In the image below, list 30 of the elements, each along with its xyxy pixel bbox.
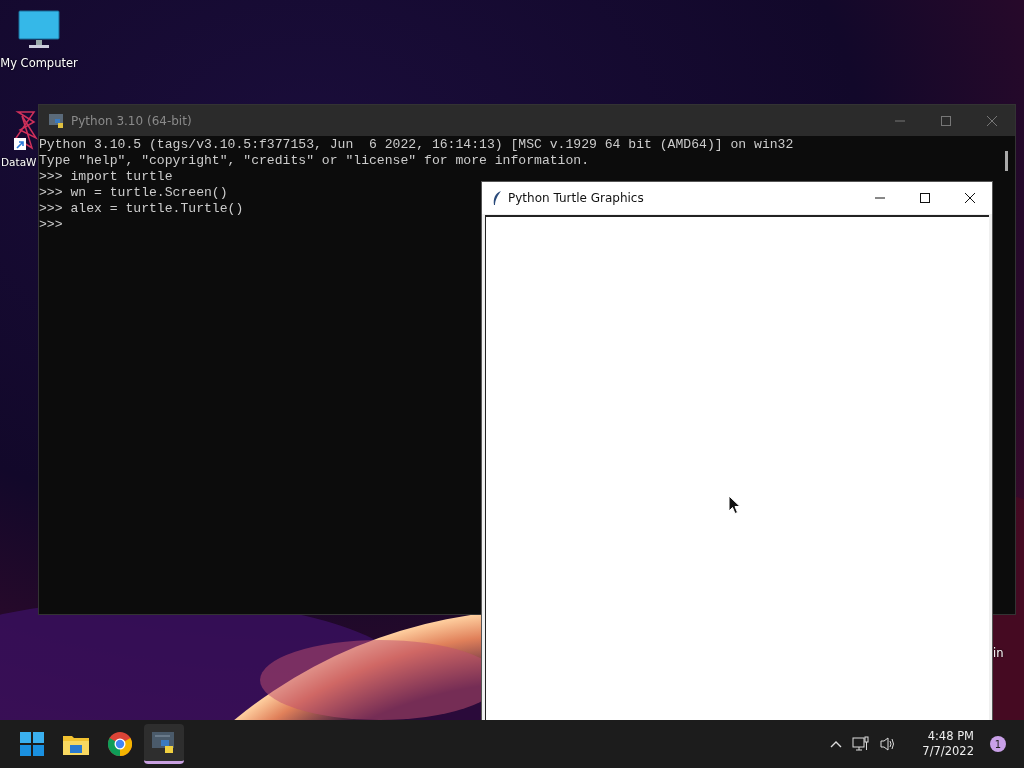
windows-logo-icon — [20, 732, 44, 756]
scrollbar-thumb[interactable] — [1005, 151, 1008, 171]
chrome-icon — [108, 732, 132, 756]
python-icon — [152, 730, 176, 755]
console-line: >>> — [39, 217, 63, 233]
notification-badge[interactable]: 1 — [990, 736, 1006, 752]
python-app-button[interactable] — [144, 724, 184, 764]
console-line: Python 3.10.5 (tags/v3.10.5:f377153, Jun 6 2022, 16:14:13) [MSC v.1929 64 bit (AMD64)] on win32 — [39, 137, 794, 153]
folder-icon — [63, 733, 89, 755]
icon-label[interactable]: My Computer — [0, 56, 78, 70]
close-icon — [986, 114, 998, 127]
maximize-icon — [918, 192, 931, 204]
clock-date[interactable]: 7/7/2022 — [922, 744, 974, 759]
window-title: Python Turtle Graphics — [508, 191, 644, 205]
monitor-icon[interactable] — [18, 10, 60, 50]
maximize-icon — [940, 114, 952, 127]
icon-label[interactable]: in — [993, 646, 1004, 660]
console-line: Type "help", "copyright", "credits" or "license" for more information. — [39, 153, 590, 169]
python-icon — [49, 112, 65, 129]
icon-label[interactable]: DataW — [1, 156, 37, 168]
console-line: >>> wn = turtle.Screen() — [39, 185, 228, 201]
feather-icon — [492, 190, 502, 206]
caret-up-icon[interactable] — [830, 740, 843, 748]
network-icon[interactable] — [852, 736, 871, 752]
console-line: >>> alex = turtle.Turtle() — [39, 201, 244, 217]
window-title: Python 3.10 (64-bit) — [71, 113, 192, 128]
mouse-pointer-icon — [728, 495, 741, 515]
clock-time[interactable]: 4:48 PM — [927, 729, 974, 744]
close-icon — [963, 192, 976, 204]
console-line: >>> import turtle — [39, 169, 173, 185]
